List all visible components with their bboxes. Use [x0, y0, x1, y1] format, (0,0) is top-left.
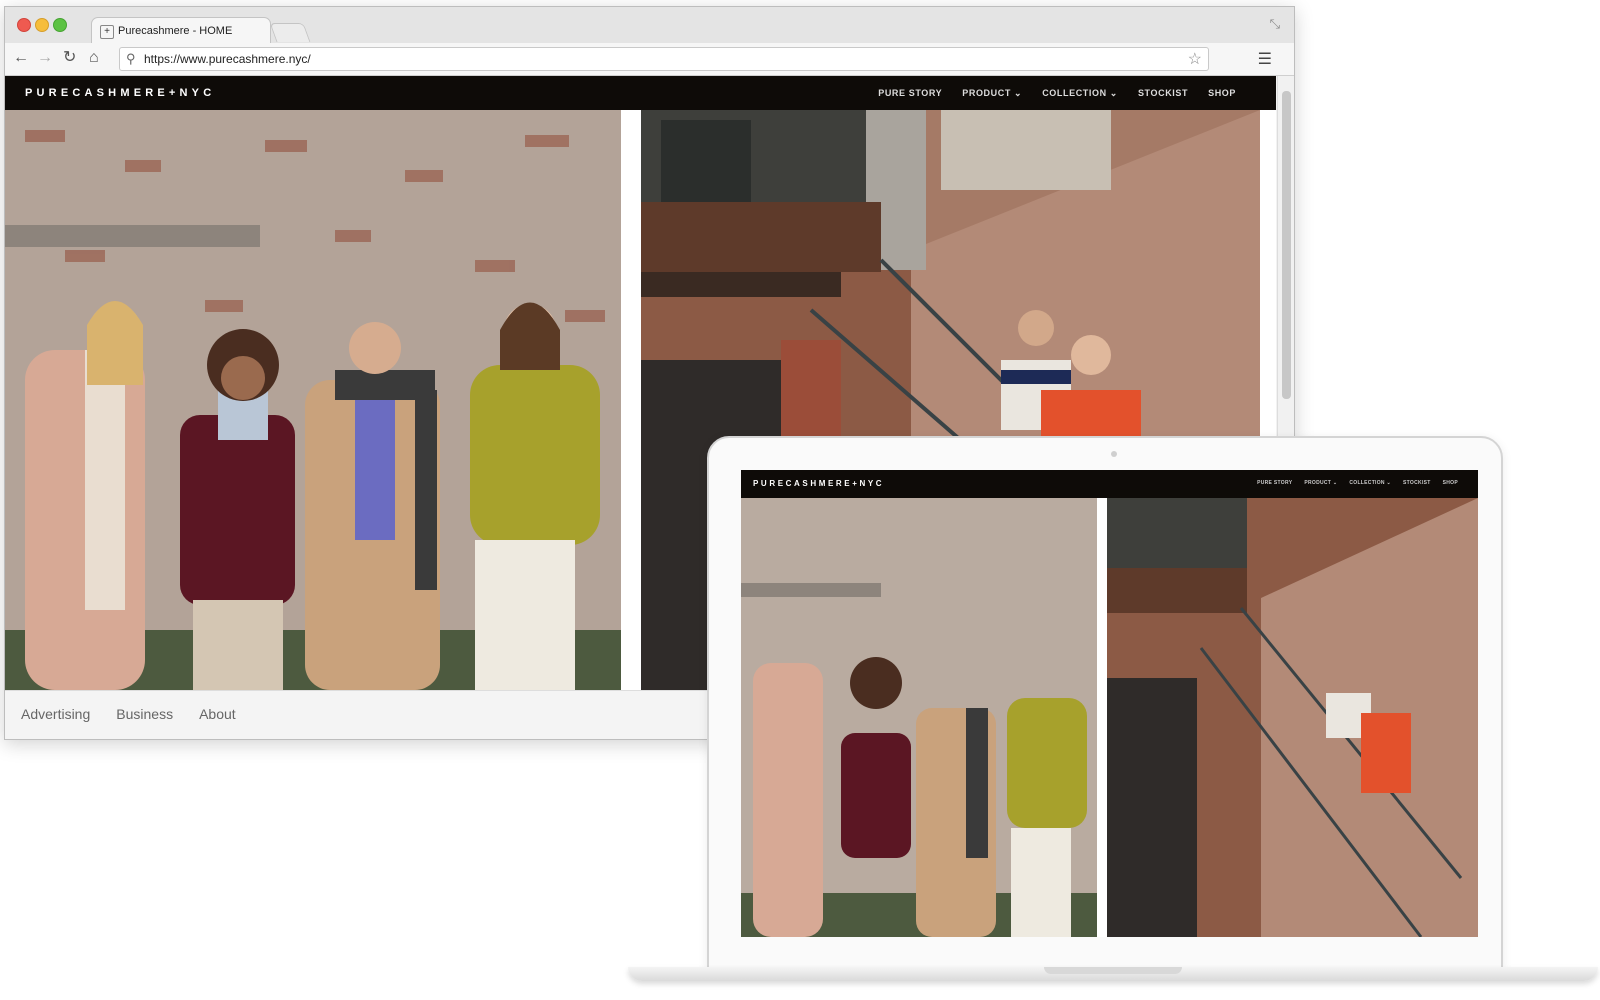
tab-title: Purecashmere - HOME — [118, 25, 233, 37]
laptop-notch — [1044, 967, 1182, 974]
minimize-window-button[interactable] — [35, 18, 49, 32]
fullscreen-icon[interactable]: ⤡ — [1270, 16, 1280, 32]
laptop-nav-shop[interactable]: SHOP — [1443, 480, 1458, 486]
url-text[interactable]: https://www.purecashmere.nyc/ — [144, 52, 311, 66]
site-header: PURECASHMERE+NYC PURE STORY PRODUCT ⌄ CO… — [5, 76, 1276, 110]
search-icon: ⚲ — [126, 51, 136, 66]
browser-toolbar: ← → ↻ ⌂ ⚲ https://www.purecashmere.nyc/ … — [5, 43, 1294, 76]
hero-photo-group-image — [5, 110, 621, 690]
new-tab-button[interactable] — [269, 23, 311, 42]
maximize-window-button[interactable] — [53, 18, 67, 32]
laptop-hero-photos — [741, 498, 1478, 937]
forward-arrow-icon[interactable]: → — [37, 48, 53, 68]
nav-pure-story[interactable]: PURE STORY — [878, 88, 942, 99]
nav-collection[interactable]: COLLECTION ⌄ — [1042, 88, 1118, 99]
laptop-nav-pure-story[interactable]: PURE STORY — [1257, 480, 1292, 486]
laptop-site-nav: PURE STORY PRODUCT ⌄ COLLECTION ⌄ STOCKI… — [1257, 480, 1458, 486]
reload-icon[interactable]: ↻ — [63, 48, 76, 68]
laptop-nav-collection[interactable]: COLLECTION ⌄ — [1349, 480, 1391, 486]
browser-tab[interactable]: + Purecashmere - HOME — [91, 17, 271, 44]
nav-product[interactable]: PRODUCT ⌄ — [962, 88, 1022, 99]
laptop-nav-stockist[interactable]: STOCKIST — [1403, 480, 1431, 486]
laptop-site-header: PURECASHMERE+NYC PURE STORY PRODUCT ⌄ CO… — [741, 470, 1478, 498]
bookmark-star-icon[interactable]: ☆ — [1188, 49, 1202, 69]
nav-shop[interactable]: SHOP — [1208, 88, 1236, 99]
laptop-screen: PURECASHMERE+NYC PURE STORY PRODUCT ⌄ CO… — [741, 470, 1478, 937]
footer-link-about[interactable]: About — [199, 706, 236, 722]
close-window-button[interactable] — [17, 18, 31, 32]
address-bar[interactable]: ⚲ https://www.purecashmere.nyc/ ☆ — [119, 47, 1209, 71]
home-icon[interactable]: ⌂ — [89, 48, 99, 68]
site-nav: PURE STORY PRODUCT ⌄ COLLECTION ⌄ STOCKI… — [878, 88, 1236, 99]
nav-stockist[interactable]: STOCKIST — [1138, 88, 1188, 99]
footer-link-advertising[interactable]: Advertising — [21, 706, 90, 722]
footer-links: Advertising Business About — [21, 706, 236, 722]
footer-link-business[interactable]: Business — [116, 706, 173, 722]
back-arrow-icon[interactable]: ← — [13, 48, 29, 68]
scrollbar-thumb[interactable] — [1282, 91, 1291, 399]
hero-photo-group — [5, 110, 621, 690]
title-bar: + Purecashmere - HOME ⤡ — [5, 7, 1294, 44]
menu-icon[interactable]: ☰ — [1258, 49, 1272, 69]
laptop-site-logo[interactable]: PURECASHMERE+NYC — [753, 479, 884, 488]
favicon-icon: + — [100, 25, 114, 39]
site-logo[interactable]: PURECASHMERE+NYC — [25, 87, 215, 99]
camera-icon — [1111, 451, 1117, 457]
laptop-nav-product[interactable]: PRODUCT ⌄ — [1304, 480, 1337, 486]
